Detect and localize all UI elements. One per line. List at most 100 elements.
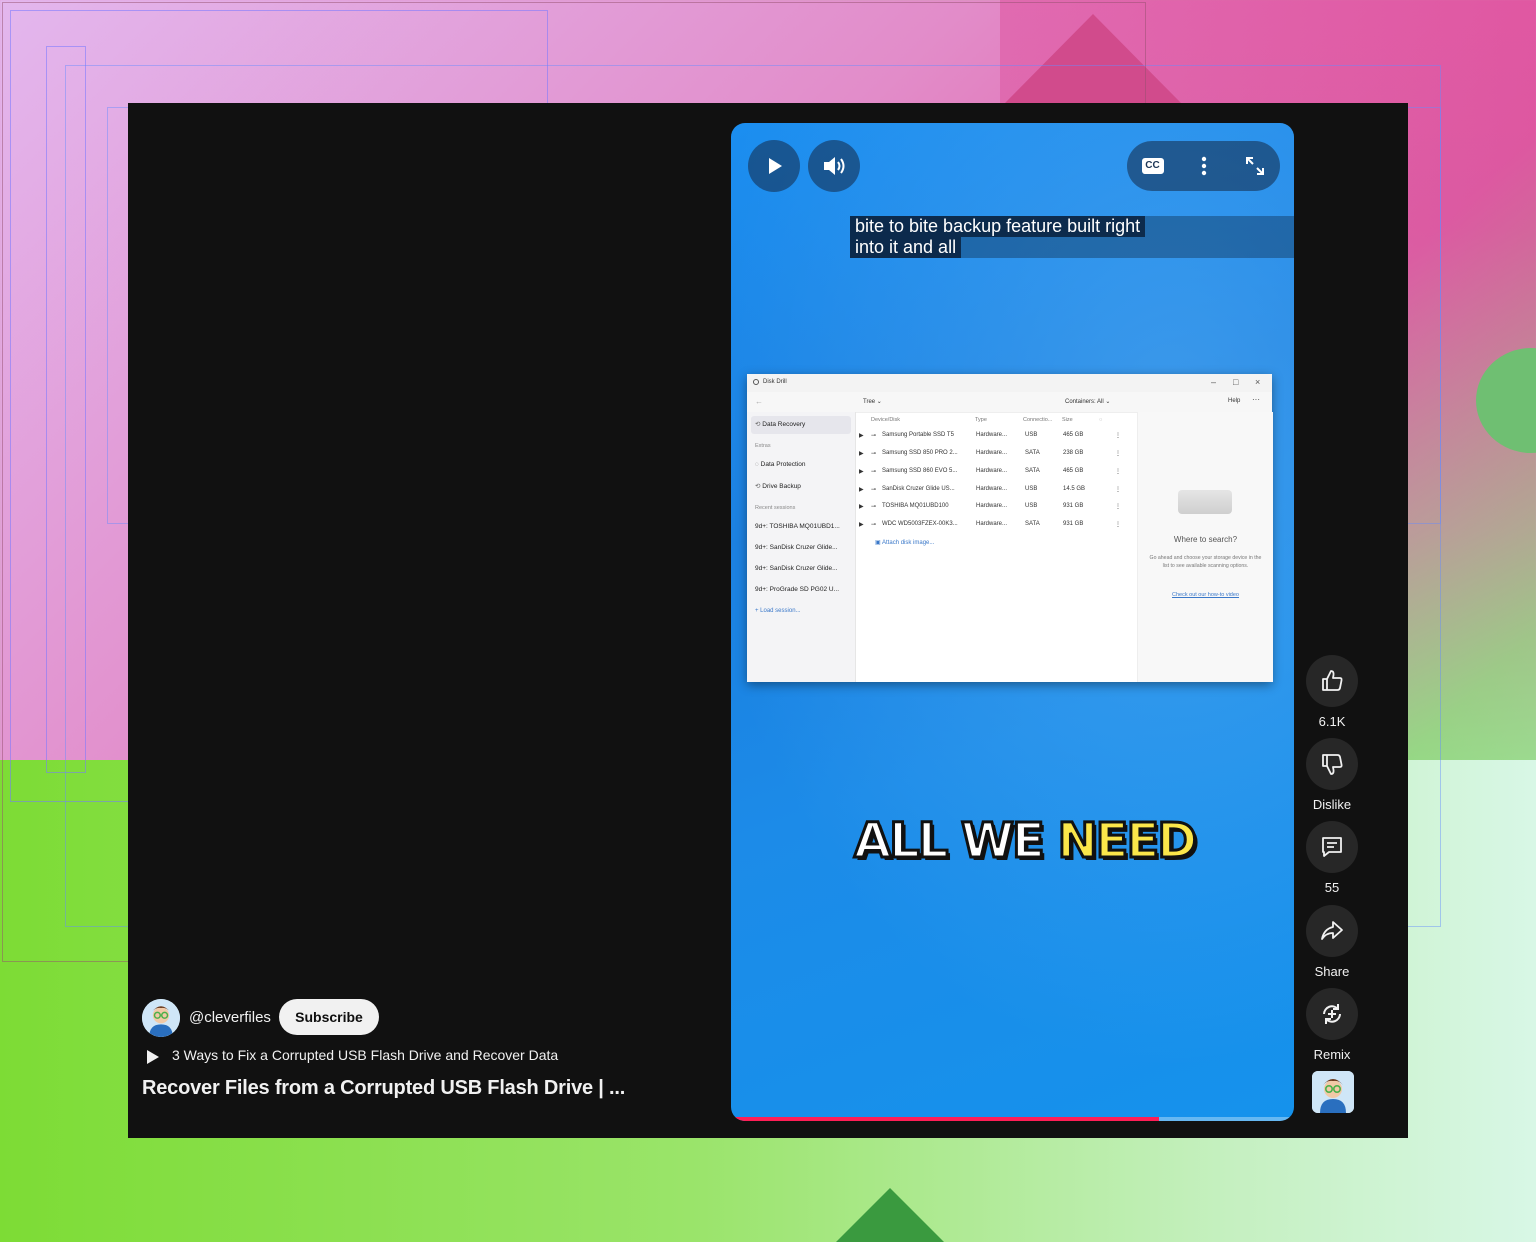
row-menu-icon: ⋮	[1115, 487, 1121, 493]
play-button[interactable]	[748, 140, 800, 192]
row-menu-icon: ⋮	[1115, 433, 1121, 439]
sidebar-session: 9d+: TOSHIBA MQ01UBD1...	[755, 523, 840, 530]
drive-icon: ⊸	[871, 504, 877, 510]
sidebar-session: 9d+: SanDisk Cruzer Glide...	[755, 544, 838, 551]
back-arrow-icon: ←	[755, 397, 763, 406]
disk-drill-window: Disk Drill – □ × ← Tree ⌄ Containers: Al…	[747, 374, 1273, 682]
hard-drive-icon	[1178, 490, 1232, 514]
comment-icon	[1322, 837, 1342, 857]
shield-column-icon: ◌	[1099, 417, 1103, 423]
view-selector: Tree ⌄	[863, 399, 882, 405]
attach-label: Attach disk image...	[882, 540, 935, 546]
background-triangle-bottom	[836, 1188, 944, 1242]
remix-label: Remix	[1313, 1047, 1351, 1062]
more-options-button[interactable]	[1178, 141, 1229, 191]
sidebar-label: Data Recovery	[762, 421, 806, 428]
cell-size: 465 GB	[1063, 432, 1084, 438]
app-right-panel: Where to search? Go ahead and choose you…	[1137, 412, 1273, 682]
cell-type: Hardware...	[976, 521, 1008, 527]
cell-device: Samsung Portable SSD T5	[882, 432, 954, 438]
cell-device: TOSHIBA MQ01UBD100	[882, 503, 949, 509]
avatar-icon	[142, 999, 180, 1037]
cell-type: Hardware...	[976, 486, 1008, 492]
cell-type: Hardware...	[976, 503, 1008, 509]
table-row: ▶ ⊸ SanDisk Cruzer Glide US... Hardware.…	[855, 481, 1137, 498]
channel-avatar[interactable]	[142, 999, 180, 1037]
expand-icon: ▶	[859, 433, 864, 439]
expand-icon: ▶	[859, 487, 864, 493]
column-header: Size	[1062, 417, 1073, 423]
expand-icon: ▶	[859, 451, 864, 457]
app-titlebar: Disk Drill – □ ×	[747, 374, 1272, 392]
subscribe-button[interactable]: Subscribe	[279, 999, 379, 1035]
column-header: Connectio...	[1023, 417, 1053, 423]
video-player[interactable]: CC bite to bite backup feature built rig…	[731, 123, 1294, 1121]
panel-description: Go ahead and choose your storage device …	[1149, 555, 1262, 569]
related-video-link[interactable]: 3 Ways to Fix a Corrupted USB Flash Driv…	[144, 1047, 704, 1065]
progress-bar[interactable]	[731, 1117, 1294, 1121]
expand-icon: ▶	[859, 522, 864, 528]
thumbs-down-icon	[1322, 754, 1343, 775]
disk-image-icon: ▣	[875, 540, 883, 546]
device-table: Device/Disk Type Connectio... Size ◌ ▶ ⊸…	[855, 412, 1137, 682]
load-session-label: Load session...	[760, 608, 801, 614]
dislike-label: Dislike	[1312, 797, 1352, 812]
app-toolbar: ← Tree ⌄ Containers: All ⌄ Help ···	[747, 392, 1272, 413]
comments-button[interactable]	[1306, 821, 1358, 873]
captions-button[interactable]: CC	[1127, 141, 1178, 191]
video-title[interactable]: Recover Files from a Corrupted USB Flash…	[142, 1077, 625, 1100]
cell-size: 465 GB	[1063, 468, 1084, 474]
drive-icon: ⊸	[871, 487, 877, 493]
cell-device: WDC WD5003FZEX-00K3...	[882, 521, 958, 527]
fullscreen-icon	[1245, 157, 1264, 175]
help-link: Help	[1228, 398, 1241, 404]
cell-connection: SATA	[1025, 450, 1040, 456]
share-button[interactable]	[1306, 905, 1358, 957]
sidebar-item-drive-backup: ⟲ Drive Backup	[755, 482, 801, 490]
cell-size: 238 GB	[1063, 450, 1084, 456]
table-row: ▶ ⊸ TOSHIBA MQ01UBD100 Hardware... USB 9…	[855, 498, 1137, 515]
sidebar-section-extras: Extras	[755, 443, 771, 449]
cell-size: 931 GB	[1063, 521, 1084, 527]
thumbs-up-icon	[1322, 670, 1343, 691]
remix-button[interactable]	[1306, 988, 1358, 1040]
cell-connection: SATA	[1025, 468, 1040, 474]
like-button[interactable]	[1306, 655, 1358, 707]
overlay-word-highlight: NEED	[1056, 812, 1199, 871]
sidebar-section-recent: Recent sessions	[755, 505, 796, 511]
play-icon	[769, 158, 782, 174]
volume-icon	[824, 157, 845, 175]
app-sidebar: ⟲ Data Recovery Extras ◌ Data Protection…	[747, 412, 856, 682]
maximize-icon: □	[1233, 377, 1239, 387]
sidebar-item-data-protection: ◌ Data Protection	[755, 461, 805, 468]
caption-line-1: bite to bite backup feature built right	[850, 216, 1146, 237]
channel-row: @cleverfiles Subscribe	[142, 999, 742, 1037]
like-count: 6.1K	[1318, 714, 1346, 729]
table-row: ▶ ⊸ Samsung SSD 860 EVO 5... Hardware...…	[855, 463, 1137, 480]
cell-size: 931 GB	[1063, 503, 1084, 509]
sound-avatar[interactable]	[1312, 1071, 1354, 1113]
fullscreen-button[interactable]	[1229, 141, 1280, 191]
load-session-link: + Load session...	[755, 608, 801, 614]
cell-size: 14.5 GB	[1063, 486, 1086, 492]
cell-connection: USB	[1025, 503, 1038, 509]
more-vert-icon	[1201, 156, 1206, 176]
cell-connection: SATA	[1025, 521, 1040, 527]
sidebar-session: 9d+: SanDisk Cruzer Glide...	[755, 565, 838, 572]
share-icon	[1321, 921, 1343, 940]
caption-line-2: into it and all	[850, 237, 962, 258]
sidebar-label: Drive Backup	[762, 483, 801, 490]
progress-fill	[731, 1117, 1159, 1121]
cell-connection: USB	[1025, 432, 1038, 438]
volume-button[interactable]	[808, 140, 860, 192]
cc-label: CC	[1145, 160, 1160, 171]
panel-title: Where to search?	[1173, 535, 1238, 544]
minimize-icon: –	[1211, 377, 1217, 387]
channel-handle[interactable]: @cleverfiles	[189, 1009, 271, 1026]
cc-icon: CC	[1141, 158, 1164, 174]
row-menu-icon: ⋮	[1115, 451, 1121, 457]
dislike-button[interactable]	[1306, 738, 1358, 790]
cell-device: Samsung SSD 850 PRO 2...	[882, 450, 958, 456]
sidebar-label: Data Protection	[760, 461, 806, 468]
row-menu-icon: ⋮	[1115, 469, 1121, 475]
